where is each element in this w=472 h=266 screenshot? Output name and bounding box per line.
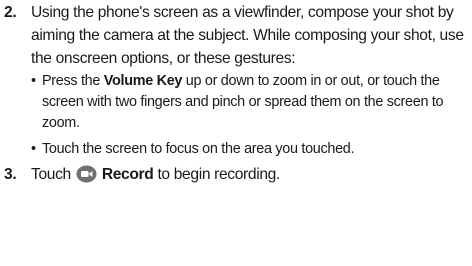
bullet-text-pre: Press the bbox=[42, 73, 104, 90]
bullet-text: Touch the screen to focus on the area yo… bbox=[42, 141, 355, 158]
step-3: 3. Touch Record to begin recording. bbox=[0, 164, 472, 187]
step-text-pre: Touch bbox=[31, 165, 75, 183]
record-label: Record bbox=[101, 165, 154, 183]
gesture-list: Press the Volume Key up or down to zoom … bbox=[31, 71, 472, 159]
step-2: 2. Using the phone's screen as a viewfin… bbox=[0, 2, 472, 160]
volume-key-label: Volume Key bbox=[103, 73, 183, 90]
list-item-focus: Touch the screen to focus on the area yo… bbox=[31, 139, 472, 160]
step-number: 2. bbox=[4, 4, 17, 21]
step-number: 3. bbox=[4, 165, 17, 183]
list-item-volume-key: Press the Volume Key up or down to zoom … bbox=[31, 71, 472, 133]
instruction-document: 2. Using the phone's screen as a viewfin… bbox=[0, 0, 472, 187]
step-text-post: to begin recording. bbox=[153, 165, 280, 183]
record-camcorder-icon bbox=[76, 165, 97, 183]
step-text: Using the phone's screen as a viewfinder… bbox=[31, 4, 464, 67]
